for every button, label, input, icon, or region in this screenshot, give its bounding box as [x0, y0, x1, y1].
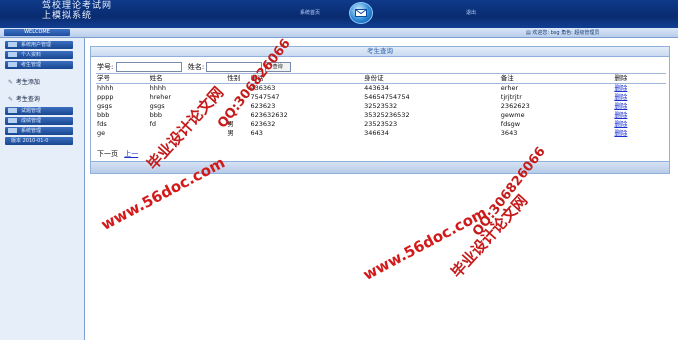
sidebar-item-add-student[interactable]: ✎ 考生添加	[8, 77, 40, 86]
panel-title: 考生查询	[91, 47, 669, 57]
app-title-line2: 上模拟系统	[42, 11, 93, 21]
table-row: pppp hreher 7547547 54654754754 tjrjtrjt…	[96, 93, 666, 102]
table-cell: 32523532	[364, 102, 398, 110]
table-cell: 643	[250, 129, 263, 137]
table-cell: 3643	[500, 129, 518, 137]
sidebar: 系统用户管理 个人资料 考生管理 ✎ 考生添加 ✎ 考生查询 试题管理 成绩管理…	[0, 38, 85, 340]
sidebar-version: 版本 2010-01-0	[5, 137, 73, 145]
sidebar-menu-label: 成绩管理	[21, 118, 42, 124]
app-header: 驾校理论考试网 上模拟系统 系统首页 退出	[0, 0, 678, 28]
table-row: gsgs gsgs 623623 32523532 2362623 删除	[96, 102, 666, 111]
sidebar-menu-questions[interactable]: 试题管理	[5, 107, 73, 115]
table-cell: pppp	[97, 93, 114, 101]
pencil-icon: ✎	[8, 79, 14, 86]
table-cell: fds	[97, 120, 107, 128]
sidebar-menu-label: 个人资料	[21, 52, 42, 58]
column-header: 姓名	[148, 73, 227, 84]
table-cell: bbb	[97, 111, 110, 119]
folder-icon	[8, 42, 17, 47]
welcome-badge: WELCOME	[4, 29, 70, 36]
sidebar-menu-profile[interactable]: 个人资料	[5, 51, 73, 59]
prev-page-link[interactable]: 上一	[124, 150, 138, 158]
table-cell: 623632632	[250, 111, 288, 119]
pager: 下一页 上一	[97, 149, 138, 159]
sidebar-menu-label: 系统用户管理	[21, 42, 52, 48]
sidebar-menu-label: 系统管理	[21, 128, 42, 134]
table-cell: erher	[500, 84, 519, 92]
pencil-icon: ✎	[8, 96, 14, 103]
delete-link[interactable]: 删除	[614, 84, 627, 92]
student-query-panel: 考生查询 学号: 姓名: 查询 学号 姓名 性别 电话 身份证 备注 删除 hh…	[90, 46, 670, 174]
delete-link[interactable]: 删除	[614, 129, 627, 137]
table-cell: ge	[97, 129, 106, 137]
table-row: hhhh hhhh 436363 443634 erher 删除	[96, 84, 666, 94]
folder-icon	[8, 108, 17, 113]
student-id-label: 学号:	[97, 63, 114, 71]
nav-logout-link[interactable]: 退出	[466, 9, 476, 16]
sidebar-item-label: 考生查询	[15, 96, 40, 103]
table-cell: 443634	[364, 84, 389, 92]
column-header: 身份证	[363, 73, 500, 84]
table-header-row: 学号 姓名 性别 电话 身份证 备注 删除	[96, 73, 666, 84]
version-label: 版本 2010-01-0	[11, 138, 49, 144]
sidebar-menu-system-users[interactable]: 系统用户管理	[5, 41, 73, 49]
table-cell: 2362623	[500, 102, 530, 110]
delete-link[interactable]: 删除	[614, 102, 627, 110]
table-cell: 623632	[250, 120, 276, 128]
table-cell: 35325236532	[364, 111, 410, 119]
sidebar-menu-system[interactable]: 系统管理	[5, 127, 73, 135]
delete-link[interactable]: 删除	[614, 111, 627, 119]
table-cell: 男	[227, 129, 234, 137]
nav-home-link[interactable]: 系统首页	[300, 9, 320, 16]
folder-icon	[8, 118, 17, 123]
sidebar-menu-students[interactable]: 考生管理	[5, 61, 73, 69]
next-page-link[interactable]: 下一页	[97, 150, 118, 158]
table-cell: 346634	[364, 129, 389, 137]
column-header: 学号	[96, 73, 149, 84]
user-info-text: 欢迎您: bsg 角色: 超级管理员	[532, 30, 600, 36]
folder-icon	[8, 128, 17, 133]
table-cell: 7547547	[250, 93, 280, 101]
sidebar-item-label: 考生添加	[15, 79, 40, 86]
student-id-input[interactable]	[115, 62, 182, 72]
panel-footer	[91, 161, 669, 173]
sidebar-item-query-student[interactable]: ✎ 考生查询	[8, 94, 40, 103]
sidebar-menu-label: 试题管理	[21, 108, 42, 114]
status-bar: WELCOME ▤ 欢迎您: bsg 角色: 超级管理员	[0, 28, 678, 38]
user-info: ▤ 欢迎您: bsg 角色: 超级管理员	[526, 29, 599, 36]
table-cell: gsgs	[97, 102, 113, 110]
student-name-label: 姓名:	[187, 63, 205, 71]
sidebar-menu-scores[interactable]: 成绩管理	[5, 117, 73, 125]
table-cell: 436363	[250, 84, 276, 92]
app-title: 驾校理论考试网 上模拟系统	[42, 1, 112, 21]
column-header: 备注	[499, 73, 614, 84]
table-cell: fdsgw	[500, 120, 521, 128]
table-cell: tjrjtrjtr	[500, 93, 522, 101]
delete-link[interactable]: 删除	[614, 93, 627, 101]
folder-icon	[8, 62, 17, 67]
mail-icon[interactable]	[349, 2, 373, 24]
delete-link[interactable]: 删除	[614, 120, 627, 128]
sidebar-menu-label: 考生管理	[21, 62, 42, 68]
app-title-line1: 驾校理论考试网	[42, 1, 113, 11]
table-cell: 23523523	[364, 120, 398, 128]
table-cell: 623623	[250, 102, 276, 110]
table-cell: gewme	[500, 111, 525, 119]
folder-icon	[8, 52, 17, 57]
column-header: 删除	[613, 73, 666, 84]
table-cell: 54654754754	[364, 93, 410, 101]
table-cell: hhhh	[97, 84, 114, 92]
